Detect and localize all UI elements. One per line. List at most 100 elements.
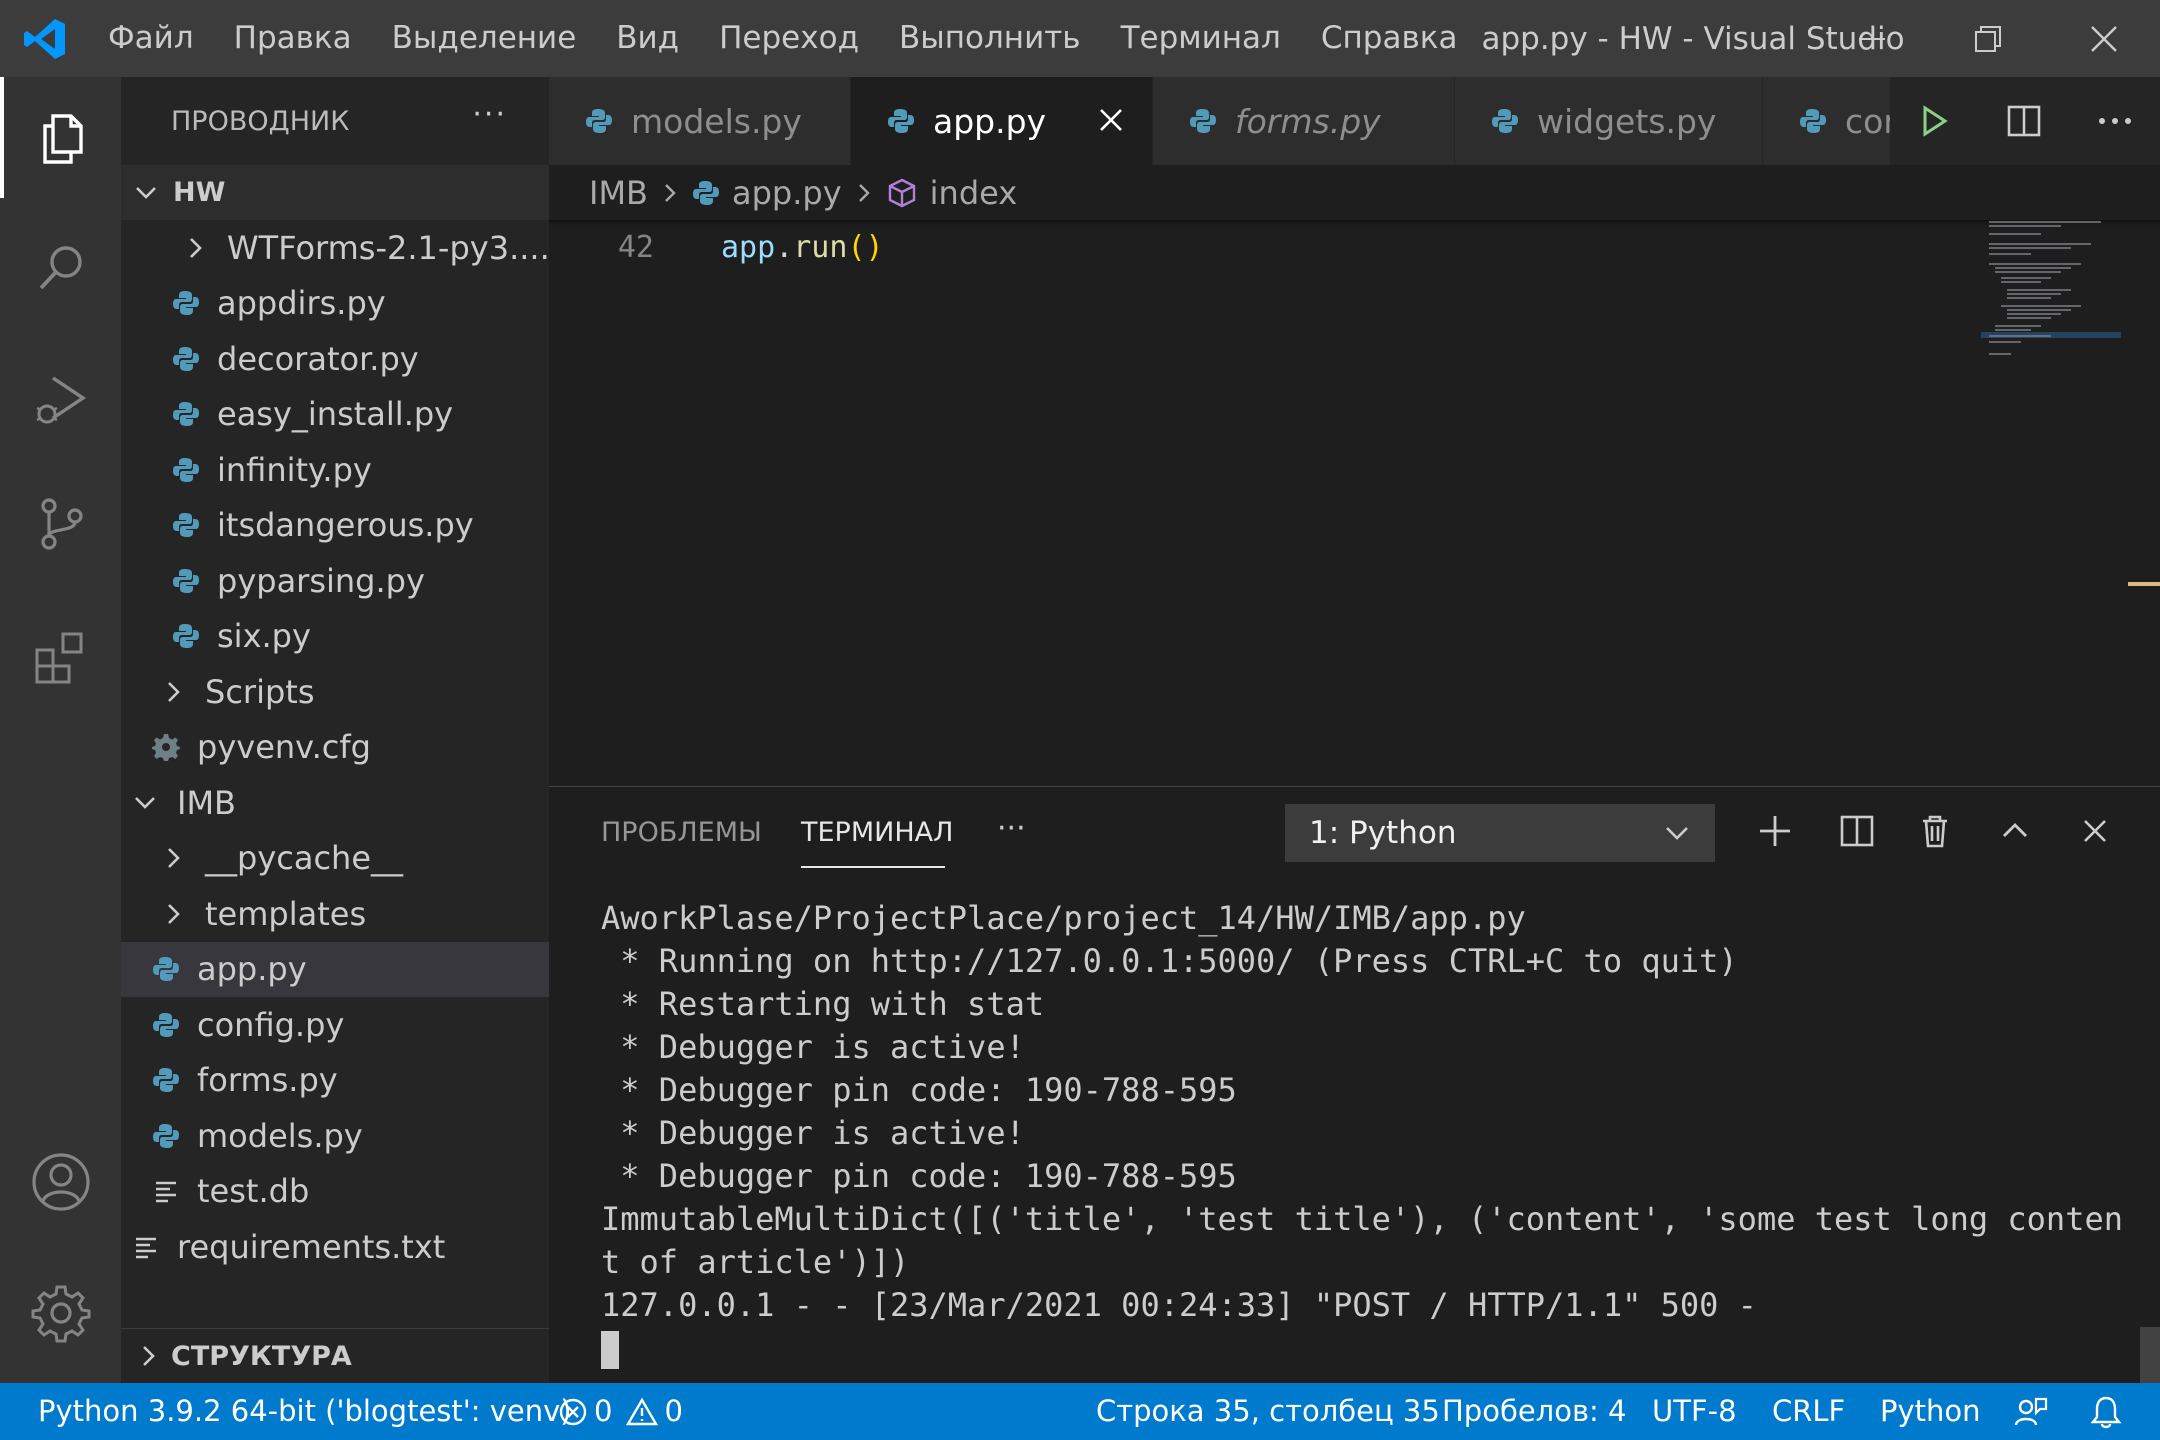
tab-models-py[interactable]: models.py bbox=[549, 77, 851, 165]
close-window-button[interactable] bbox=[2048, 0, 2160, 77]
line-number: 42 bbox=[617, 230, 654, 265]
manage-activity[interactable] bbox=[0, 1252, 121, 1373]
tree-folder[interactable]: templates bbox=[121, 886, 549, 942]
minimize-button[interactable] bbox=[1816, 0, 1928, 77]
more-actions-icon[interactable] bbox=[2097, 116, 2133, 126]
tab-overflow[interactable]: cor bbox=[1763, 77, 1893, 165]
code-line[interactable]: app.run() bbox=[721, 230, 884, 265]
tree-file[interactable]: pyvenv.cfg bbox=[121, 720, 549, 776]
account-icon bbox=[30, 1151, 92, 1213]
panel-more-button[interactable]: ··· bbox=[997, 811, 1026, 846]
indentation-status[interactable]: Пробелов: 4 bbox=[1442, 1383, 1627, 1440]
menu-selection[interactable]: Выделение bbox=[372, 0, 597, 77]
new-terminal-button[interactable] bbox=[1753, 809, 1797, 853]
menu-edit[interactable]: Правка bbox=[214, 0, 372, 77]
problems-status[interactable]: 0 0 bbox=[558, 1383, 683, 1440]
tree-folder[interactable]: WTForms-2.1-py3.... bbox=[121, 220, 549, 276]
chevron-right-icon bbox=[159, 900, 187, 928]
tree-item-label: decorator.py bbox=[217, 339, 419, 378]
run-debug-activity[interactable] bbox=[0, 339, 121, 460]
breadcrumb-folder[interactable]: IMB bbox=[589, 174, 648, 212]
menu-view[interactable]: Вид bbox=[596, 0, 699, 77]
menu-go[interactable]: Переход bbox=[699, 0, 879, 77]
python-file-icon bbox=[887, 107, 915, 135]
tab-app-py[interactable]: app.py bbox=[851, 77, 1153, 165]
accounts-activity[interactable] bbox=[0, 1121, 121, 1242]
menu-terminal[interactable]: Терминал bbox=[1101, 0, 1301, 77]
tree-item-label: WTForms-2.1-py3.... bbox=[227, 228, 549, 267]
tree-file[interactable]: test.db bbox=[121, 1164, 549, 1220]
chevron-right-icon bbox=[159, 678, 187, 706]
split-editor-button[interactable] bbox=[2006, 103, 2042, 139]
eol-status[interactable]: CRLF bbox=[1772, 1383, 1845, 1440]
language-mode-status[interactable]: Python bbox=[1880, 1383, 1981, 1440]
python-file-icon bbox=[171, 288, 201, 318]
tree-file[interactable]: itsdangerous.py bbox=[121, 498, 549, 554]
feedback-icon[interactable] bbox=[2014, 1383, 2048, 1440]
terminal-line: * Debugger pin code: 190-788-595 bbox=[601, 1157, 1237, 1195]
tree-file[interactable]: forms.py bbox=[121, 1053, 549, 1109]
python-file-icon bbox=[171, 510, 201, 540]
tree-file[interactable]: config.py bbox=[121, 997, 549, 1053]
encoding-status[interactable]: UTF-8 bbox=[1652, 1383, 1737, 1440]
explorer-activity[interactable] bbox=[0, 77, 121, 198]
tree-file[interactable]: models.py bbox=[121, 1108, 549, 1164]
menu-file[interactable]: Файл bbox=[90, 0, 214, 77]
restore-button[interactable] bbox=[1932, 0, 2044, 77]
maximize-panel-button[interactable] bbox=[1993, 809, 2037, 853]
tab-label: models.py bbox=[631, 101, 802, 141]
code-editor[interactable]: 42 app.run() bbox=[549, 220, 2160, 786]
tree-file[interactable]: easy_install.py bbox=[121, 387, 549, 443]
menu-help[interactable]: Справка bbox=[1301, 0, 1478, 77]
tree-file[interactable]: appdirs.py bbox=[121, 276, 549, 332]
terminal-output[interactable]: AworkPlase/ProjectPlace/project_14/HW/IM… bbox=[601, 897, 2123, 1370]
tree-item-label: easy_install.py bbox=[217, 395, 454, 434]
tree-file[interactable]: pyparsing.py bbox=[121, 553, 549, 609]
terminal-scrollbar[interactable] bbox=[2140, 1327, 2160, 1383]
outline-section-header[interactable]: СТРУКТУРА bbox=[121, 1328, 549, 1383]
tab-widgets-py[interactable]: widgets.py bbox=[1455, 77, 1763, 165]
active-tab-underline bbox=[801, 866, 945, 868]
close-panel-button[interactable] bbox=[2073, 809, 2117, 853]
trash-icon[interactable] bbox=[1913, 809, 1957, 853]
terminal-line: ImmutableMultiDict([('title', 'test titl… bbox=[601, 1200, 2123, 1238]
files-icon bbox=[35, 110, 91, 166]
terminal-select[interactable]: 1: Python bbox=[1285, 804, 1715, 862]
tree-file[interactable]: decorator.py bbox=[121, 331, 549, 387]
tree-folder[interactable]: Scripts bbox=[121, 664, 549, 720]
python-file-icon bbox=[151, 1010, 181, 1040]
explorer-more-button[interactable]: ··· bbox=[472, 97, 507, 132]
breadcrumb-symbol[interactable]: index bbox=[930, 174, 1018, 212]
tab-terminal[interactable]: ТЕРМИНАЛ bbox=[801, 817, 953, 848]
tab-label: forms.py bbox=[1235, 101, 1381, 141]
search-activity[interactable] bbox=[0, 207, 121, 328]
chevron-right-icon bbox=[854, 181, 874, 205]
minimap[interactable] bbox=[1981, 220, 2121, 440]
python-file-icon bbox=[151, 1065, 181, 1095]
code-dot: . bbox=[775, 230, 794, 265]
python-file-icon bbox=[1189, 107, 1217, 135]
python-interpreter-status[interactable]: Python 3.9.2 64-bit ('blogtest': venv) bbox=[38, 1383, 572, 1440]
cursor-position-status[interactable]: Строка 35, столбец 35 bbox=[1096, 1383, 1440, 1440]
menu-run[interactable]: Выполнить bbox=[879, 0, 1101, 77]
extensions-activity[interactable] bbox=[0, 597, 121, 718]
tree-file[interactable]: requirements.txt bbox=[121, 1219, 549, 1275]
tree-folder[interactable]: __pycache__ bbox=[121, 831, 549, 887]
split-terminal-button[interactable] bbox=[1835, 809, 1879, 853]
terminal-cursor bbox=[601, 1331, 619, 1369]
tree-folder[interactable]: IMB bbox=[121, 775, 549, 831]
run-python-file-button[interactable] bbox=[1917, 104, 1951, 138]
tab-label: cor bbox=[1845, 101, 1893, 141]
warning-icon bbox=[626, 1397, 659, 1427]
tab-problems[interactable]: ПРОБЛЕМЫ bbox=[601, 817, 762, 848]
workspace-section-header[interactable]: HW bbox=[121, 165, 549, 220]
warning-count: 0 bbox=[664, 1394, 683, 1428]
notifications-bell-icon[interactable] bbox=[2090, 1383, 2122, 1440]
breadcrumb-file[interactable]: app.py bbox=[732, 174, 842, 212]
tab-close-icon[interactable] bbox=[1096, 105, 1126, 135]
tree-file[interactable]: six.py bbox=[121, 609, 549, 665]
source-control-activity[interactable] bbox=[0, 463, 121, 584]
tree-file[interactable]: app.py bbox=[121, 941, 549, 997]
tree-file[interactable]: infinity.py bbox=[121, 442, 549, 498]
tab-forms-py[interactable]: forms.py bbox=[1153, 77, 1455, 165]
